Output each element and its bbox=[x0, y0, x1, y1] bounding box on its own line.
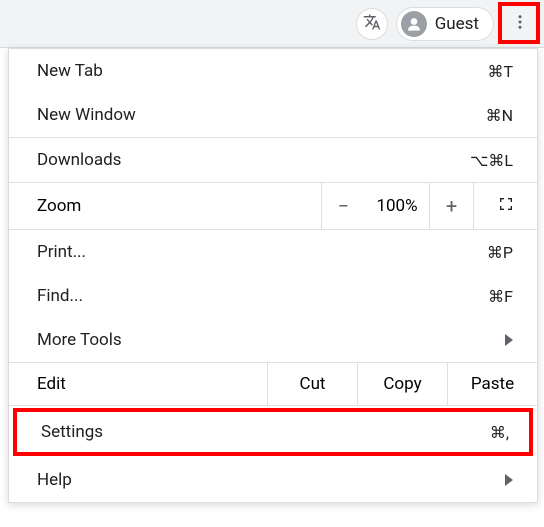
menu-item-downloads[interactable]: Downloads ⌥⌘L bbox=[9, 138, 537, 182]
menu-label: Downloads bbox=[37, 150, 121, 170]
menu-item-settings[interactable]: Settings ⌘, bbox=[17, 412, 529, 452]
menu-label: New Window bbox=[37, 105, 136, 125]
edit-label: Edit bbox=[9, 374, 267, 394]
menu-item-print[interactable]: Print... ⌘P bbox=[9, 230, 537, 274]
copy-button[interactable]: Copy bbox=[357, 363, 447, 405]
zoom-value: 100% bbox=[365, 196, 429, 216]
menu-item-new-tab[interactable]: New Tab ⌘T bbox=[9, 49, 537, 93]
zoom-in-button[interactable]: + bbox=[429, 183, 473, 229]
browser-toolbar: Guest bbox=[0, 0, 544, 48]
menu-item-zoom: Zoom − 100% + bbox=[9, 182, 537, 230]
chevron-right-icon bbox=[505, 334, 513, 346]
profile-label: Guest bbox=[435, 14, 479, 34]
menu-item-new-window[interactable]: New Window ⌘N bbox=[9, 93, 537, 137]
menu-label: Settings bbox=[41, 422, 103, 442]
menu-shortcut: ⌘, bbox=[490, 423, 509, 442]
zoom-out-button[interactable]: − bbox=[321, 183, 365, 229]
fullscreen-button[interactable] bbox=[473, 183, 537, 229]
chevron-right-icon bbox=[505, 474, 513, 486]
menu-label: New Tab bbox=[37, 61, 103, 81]
menu-item-help[interactable]: Help bbox=[9, 458, 537, 502]
kebab-icon bbox=[511, 13, 529, 35]
menu-shortcut: ⌘F bbox=[488, 287, 513, 306]
browser-menu: New Tab ⌘T New Window ⌘N Downloads ⌥⌘L Z… bbox=[8, 48, 538, 503]
zoom-label: Zoom bbox=[9, 196, 321, 216]
menu-shortcut: ⌘N bbox=[486, 106, 513, 125]
fullscreen-icon bbox=[498, 196, 514, 216]
menu-shortcut: ⌘T bbox=[487, 62, 513, 81]
menu-item-edit: Edit Cut Copy Paste bbox=[9, 362, 537, 406]
menu-label: Help bbox=[37, 470, 72, 490]
menu-shortcut: ⌘P bbox=[487, 243, 513, 262]
translate-button[interactable] bbox=[356, 8, 388, 40]
settings-highlight: Settings ⌘, bbox=[13, 408, 533, 456]
menu-shortcut: ⌥⌘L bbox=[470, 151, 513, 170]
avatar-icon bbox=[401, 11, 427, 37]
profile-button[interactable]: Guest bbox=[396, 7, 494, 41]
cut-button[interactable]: Cut bbox=[267, 363, 357, 405]
menu-button[interactable] bbox=[502, 6, 538, 42]
paste-button[interactable]: Paste bbox=[447, 363, 537, 405]
menu-label: More Tools bbox=[37, 330, 122, 350]
menu-label: Find... bbox=[37, 286, 83, 306]
menu-item-find[interactable]: Find... ⌘F bbox=[9, 274, 537, 318]
translate-icon bbox=[363, 13, 381, 35]
menu-label: Print... bbox=[37, 242, 86, 262]
menu-item-more-tools[interactable]: More Tools bbox=[9, 318, 537, 362]
